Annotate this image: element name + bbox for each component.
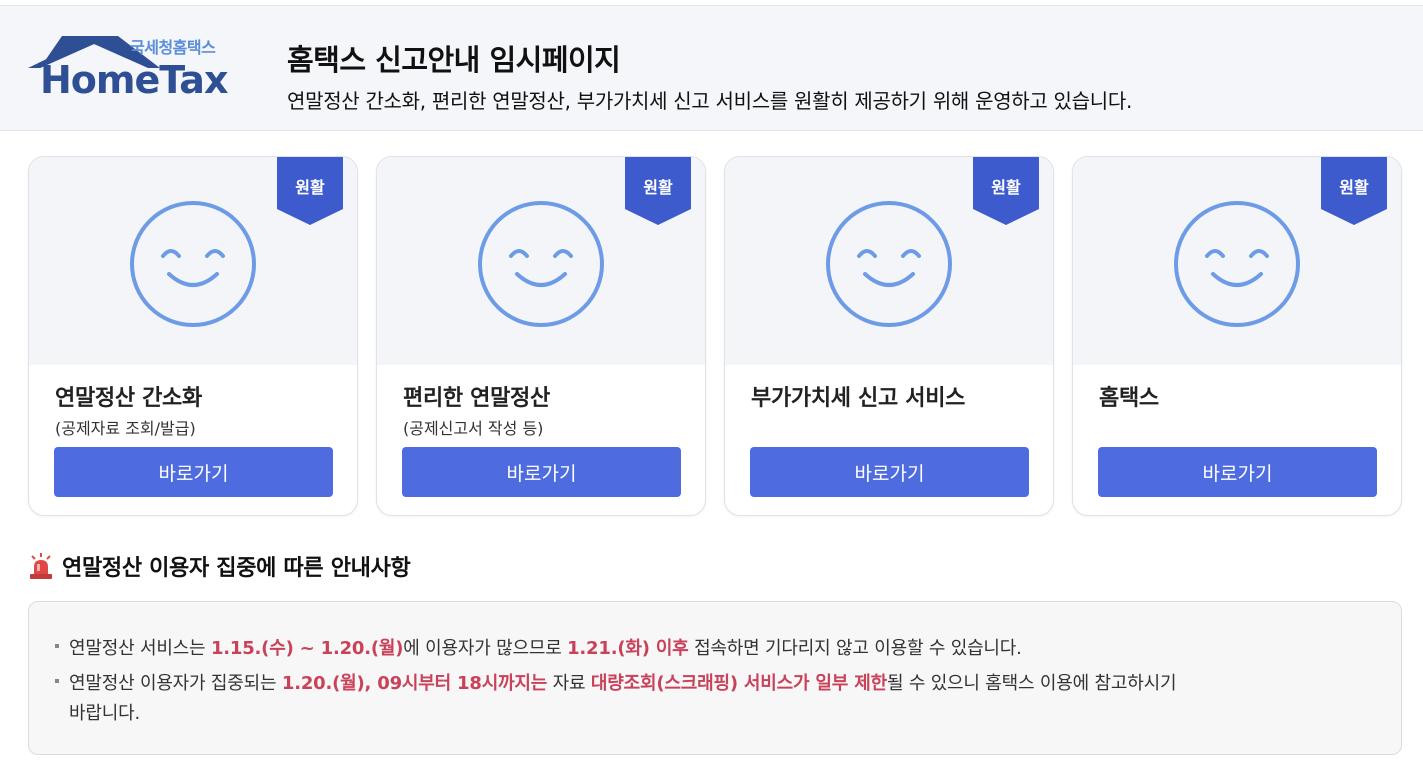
card-title: 연말정산 간소화 — [55, 386, 202, 411]
service-card-hometax: 원활 홈택스 바로가기 — [1072, 156, 1402, 516]
service-card-vat-filing: 원활 부가가치세 신고 서비스 바로가기 — [724, 156, 1054, 516]
smiley-icon — [130, 201, 256, 327]
status-badge: 원활 — [973, 157, 1039, 225]
service-card-convenient-year-end: 원활 편리한 연말정산 (공제신고서 작성 등) 바로가기 — [376, 156, 706, 516]
card-title: 부가가치세 신고 서비스 — [751, 386, 966, 411]
card-title: 편리한 연말정산 — [403, 386, 550, 411]
card-subtitle: (공제자료 조회/발급) — [55, 419, 196, 438]
notice-heading: 연말정산 이용자 집중에 따른 안내사항 — [28, 550, 411, 582]
page-title: 홈택스 신고안내 임시페이지 — [287, 43, 621, 77]
notice-highlight: 1.21.(화) 이후 — [567, 638, 689, 659]
notice-text: 자료 — [547, 673, 591, 694]
go-button[interactable]: 바로가기 — [402, 447, 681, 497]
go-button[interactable]: 바로가기 — [750, 447, 1029, 497]
notice-title: 연말정산 이용자 집중에 따른 안내사항 — [62, 556, 411, 581]
page-description: 연말정산 간소화, 편리한 연말정산, 부가가치세 신고 서비스를 원활히 제공… — [287, 89, 1133, 113]
siren-icon — [30, 553, 52, 579]
card-title: 홈택스 — [1099, 386, 1159, 411]
status-badge-label: 원활 — [1339, 178, 1369, 197]
logo-big-text: HomeTax — [40, 58, 228, 102]
notice-text: 될 수 있으니 홈택스 이용에 참고하시기 — [886, 673, 1177, 694]
smiley-icon — [478, 201, 604, 327]
bullet-icon — [55, 644, 59, 648]
status-badge-label: 원활 — [295, 178, 325, 197]
card-subtitle: (공제신고서 작성 등) — [403, 419, 544, 438]
notice-text: 바랍니다. — [69, 703, 140, 724]
go-button[interactable]: 바로가기 — [54, 447, 333, 497]
notice-highlight: 1.20.(월), 09시부터 18시까지는 — [281, 673, 548, 694]
status-badge-label: 원활 — [643, 178, 673, 197]
page-header: 국세청홈택스 HomeTax 홈택스 신고안내 임시페이지 연말정산 간소화, … — [0, 6, 1423, 131]
notice-highlight: 대량조회(스크래핑) 서비스가 일부 제한 — [590, 673, 887, 694]
smiley-icon — [826, 201, 952, 327]
go-button[interactable]: 바로가기 — [1098, 447, 1377, 497]
notice-box: 연말정산 서비스는 1.15.(수) ~ 1.20.(월)에 이용자가 많으므로… — [28, 601, 1402, 755]
hometax-logo[interactable]: 국세청홈택스 HomeTax — [26, 30, 241, 110]
smiley-icon — [1174, 201, 1300, 327]
status-badge: 원활 — [625, 157, 691, 225]
notice-item-2: 연말정산 이용자가 집중되는 1.20.(월), 09시부터 18시까지는 자료… — [55, 669, 1177, 695]
notice-text: 연말정산 서비스는 — [69, 638, 211, 659]
status-badge-label: 원활 — [991, 178, 1021, 197]
notice-item-2-continued: 바랍니다. — [55, 699, 140, 725]
bullet-icon — [55, 679, 59, 683]
notice-text: 에 이용자가 많으므로 — [403, 638, 568, 659]
notice-highlight: 1.15.(수) ~ 1.20.(월) — [210, 638, 404, 659]
status-badge: 원활 — [277, 157, 343, 225]
notice-text: 연말정산 이용자가 집중되는 — [69, 673, 282, 694]
service-card-year-end-simplified: 원활 연말정산 간소화 (공제자료 조회/발급) 바로가기 — [28, 156, 358, 516]
logo-small-text: 국세청홈택스 — [130, 38, 216, 57]
notice-text: 접속하면 기다리지 않고 이용할 수 있습니다. — [688, 638, 1022, 659]
status-badge: 원활 — [1321, 157, 1387, 225]
notice-item-1: 연말정산 서비스는 1.15.(수) ~ 1.20.(월)에 이용자가 많으므로… — [55, 634, 1022, 660]
